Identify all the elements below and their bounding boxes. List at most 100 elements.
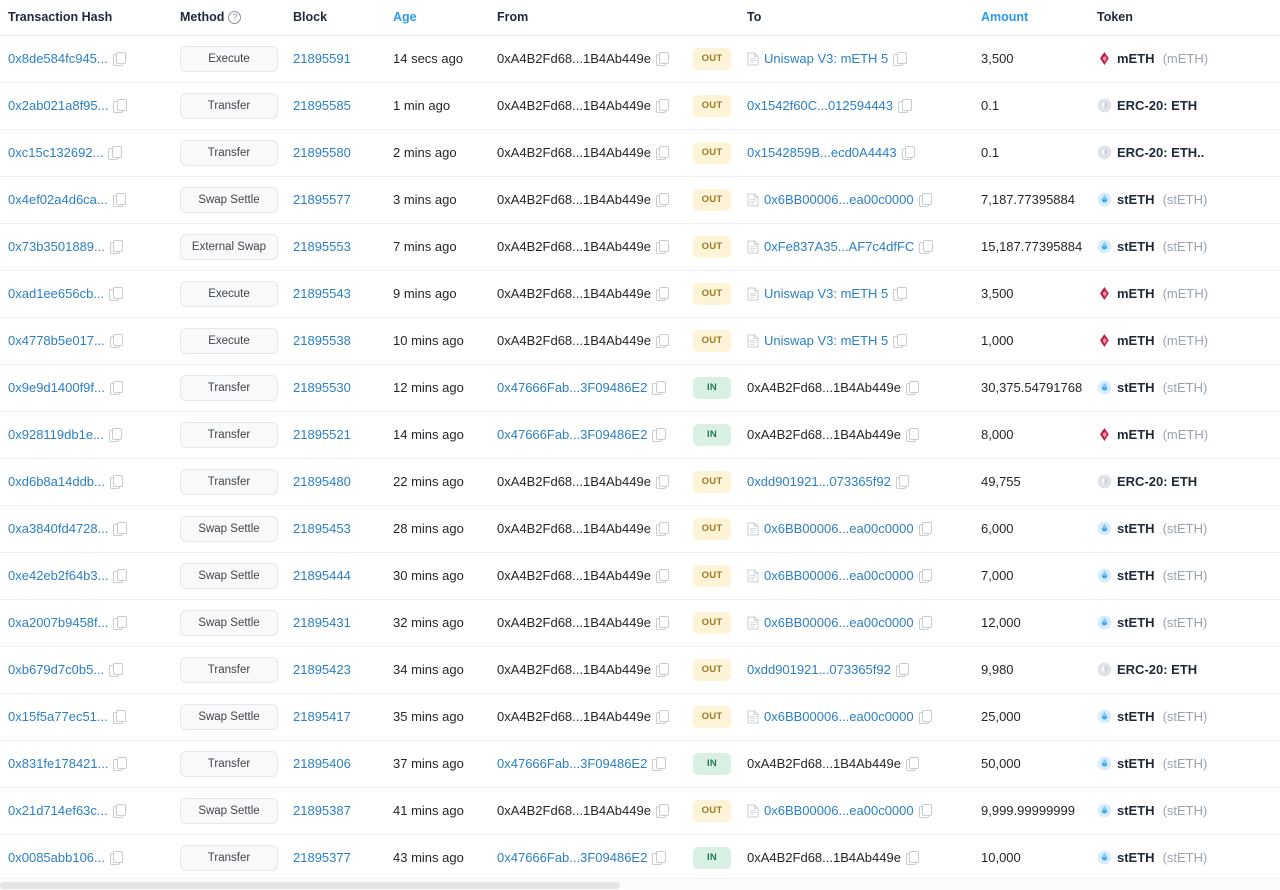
- transaction-hash-link[interactable]: 0x831fe178421...: [8, 756, 108, 771]
- block-number-link[interactable]: 21895585: [293, 98, 351, 113]
- horizontal-scrollbar[interactable]: [0, 878, 1280, 890]
- transaction-hash-link[interactable]: 0x4778b5e017...: [8, 333, 105, 348]
- to-address[interactable]: Uniswap V3: mETH 5: [764, 51, 888, 66]
- copy-from-address-icon[interactable]: [656, 663, 669, 677]
- copy-from-address-icon[interactable]: [656, 804, 669, 818]
- transaction-hash-link[interactable]: 0x21d714ef63c...: [8, 803, 108, 818]
- copy-hash-icon[interactable]: [113, 193, 126, 207]
- copy-hash-icon[interactable]: [109, 663, 122, 677]
- copy-to-address-icon[interactable]: [919, 569, 932, 583]
- copy-to-address-icon[interactable]: [893, 334, 906, 348]
- method-help-icon[interactable]: ?: [228, 11, 241, 24]
- block-number-link[interactable]: 21895553: [293, 239, 351, 254]
- copy-to-address-icon[interactable]: [919, 804, 932, 818]
- copy-to-address-icon[interactable]: [919, 522, 932, 536]
- copy-from-address-icon[interactable]: [652, 851, 665, 865]
- method-pill[interactable]: Execute: [180, 281, 278, 307]
- copy-from-address-icon[interactable]: [656, 569, 669, 583]
- transaction-hash-link[interactable]: 0xad1ee656cb...: [8, 286, 104, 301]
- copy-from-address-icon[interactable]: [656, 146, 669, 160]
- token-name[interactable]: stETH: [1117, 756, 1155, 771]
- method-pill[interactable]: Transfer: [180, 93, 278, 119]
- method-pill[interactable]: Transfer: [180, 751, 278, 777]
- copy-hash-icon[interactable]: [110, 240, 123, 254]
- copy-hash-icon[interactable]: [113, 569, 126, 583]
- scrollbar-thumb[interactable]: [0, 882, 620, 889]
- copy-from-address-icon[interactable]: [652, 428, 665, 442]
- block-number-link[interactable]: 21895444: [293, 568, 351, 583]
- transaction-hash-link[interactable]: 0xa3840fd4728...: [8, 521, 108, 536]
- block-number-link[interactable]: 21895406: [293, 756, 351, 771]
- copy-to-address-icon[interactable]: [896, 663, 909, 677]
- token-name[interactable]: stETH: [1117, 709, 1155, 724]
- method-pill[interactable]: Transfer: [180, 422, 278, 448]
- block-number-link[interactable]: 21895543: [293, 286, 351, 301]
- transaction-hash-link[interactable]: 0x9e9d1400f9f...: [8, 380, 105, 395]
- method-pill[interactable]: Transfer: [180, 140, 278, 166]
- copy-to-address-icon[interactable]: [898, 99, 911, 113]
- from-address[interactable]: 0x47666Fab...3F09486E2: [497, 756, 647, 771]
- to-address[interactable]: 0xdd901921...073365f92: [747, 662, 891, 677]
- copy-hash-icon[interactable]: [110, 334, 123, 348]
- transaction-hash-link[interactable]: 0x2ab021a8f95...: [8, 98, 108, 113]
- copy-from-address-icon[interactable]: [656, 240, 669, 254]
- copy-to-address-icon[interactable]: [919, 240, 932, 254]
- token-name[interactable]: stETH: [1117, 568, 1155, 583]
- method-pill[interactable]: Swap Settle: [180, 516, 278, 542]
- copy-to-address-icon[interactable]: [919, 193, 932, 207]
- method-pill[interactable]: Swap Settle: [180, 610, 278, 636]
- copy-hash-icon[interactable]: [113, 616, 126, 630]
- transaction-hash-link[interactable]: 0xc15c132692...: [8, 145, 103, 160]
- copy-to-address-icon[interactable]: [893, 287, 906, 301]
- transaction-hash-link[interactable]: 0x73b3501889...: [8, 239, 105, 254]
- copy-to-address-icon[interactable]: [919, 710, 932, 724]
- method-pill[interactable]: External Swap: [180, 234, 278, 260]
- token-name[interactable]: stETH: [1117, 239, 1155, 254]
- copy-hash-icon[interactable]: [113, 710, 126, 724]
- copy-from-address-icon[interactable]: [656, 334, 669, 348]
- block-number-link[interactable]: 21895591: [293, 51, 351, 66]
- token-name[interactable]: stETH: [1117, 380, 1155, 395]
- copy-hash-icon[interactable]: [113, 52, 126, 66]
- token-name[interactable]: mETH: [1117, 333, 1155, 348]
- block-number-link[interactable]: 21895387: [293, 803, 351, 818]
- copy-hash-icon[interactable]: [110, 851, 123, 865]
- method-pill[interactable]: Swap Settle: [180, 704, 278, 730]
- copy-from-address-icon[interactable]: [656, 522, 669, 536]
- copy-hash-icon[interactable]: [109, 287, 122, 301]
- to-address[interactable]: 0x6BB00006...ea00c0000: [764, 521, 914, 536]
- method-pill[interactable]: Transfer: [180, 845, 278, 871]
- copy-from-address-icon[interactable]: [656, 287, 669, 301]
- transaction-hash-link[interactable]: 0x15f5a77ec51...: [8, 709, 108, 724]
- method-pill[interactable]: Swap Settle: [180, 798, 278, 824]
- block-number-link[interactable]: 21895530: [293, 380, 351, 395]
- copy-to-address-icon[interactable]: [896, 475, 909, 489]
- token-name[interactable]: mETH: [1117, 427, 1155, 442]
- block-number-link[interactable]: 21895538: [293, 333, 351, 348]
- to-address[interactable]: 0x1542f60C...012594443: [747, 98, 893, 113]
- token-name[interactable]: mETH: [1117, 286, 1155, 301]
- from-address[interactable]: 0x47666Fab...3F09486E2: [497, 427, 647, 442]
- copy-to-address-icon[interactable]: [906, 851, 919, 865]
- copy-hash-icon[interactable]: [109, 428, 122, 442]
- block-number-link[interactable]: 21895423: [293, 662, 351, 677]
- copy-hash-icon[interactable]: [113, 522, 126, 536]
- to-address[interactable]: 0xFe837A35...AF7c4dfFC: [764, 239, 914, 254]
- from-address[interactable]: 0x47666Fab...3F09486E2: [497, 850, 647, 865]
- token-name[interactable]: stETH: [1117, 803, 1155, 818]
- token-name[interactable]: mETH: [1117, 51, 1155, 66]
- copy-to-address-icon[interactable]: [919, 616, 932, 630]
- copy-to-address-icon[interactable]: [906, 428, 919, 442]
- block-number-link[interactable]: 21895453: [293, 521, 351, 536]
- transaction-hash-link[interactable]: 0xe42eb2f64b3...: [8, 568, 108, 583]
- token-name[interactable]: stETH: [1117, 615, 1155, 630]
- to-address[interactable]: 0x6BB00006...ea00c0000: [764, 192, 914, 207]
- to-address[interactable]: 0x1542859B...ecd0A4443: [747, 145, 897, 160]
- transaction-hash-link[interactable]: 0x928119db1e...: [8, 427, 104, 442]
- transaction-hash-link[interactable]: 0x8de584fc945...: [8, 51, 108, 66]
- to-address[interactable]: 0x6BB00006...ea00c0000: [764, 615, 914, 630]
- method-pill[interactable]: Transfer: [180, 375, 278, 401]
- transaction-hash-link[interactable]: 0xa2007b9458f...: [8, 615, 108, 630]
- copy-from-address-icon[interactable]: [652, 757, 665, 771]
- copy-from-address-icon[interactable]: [656, 193, 669, 207]
